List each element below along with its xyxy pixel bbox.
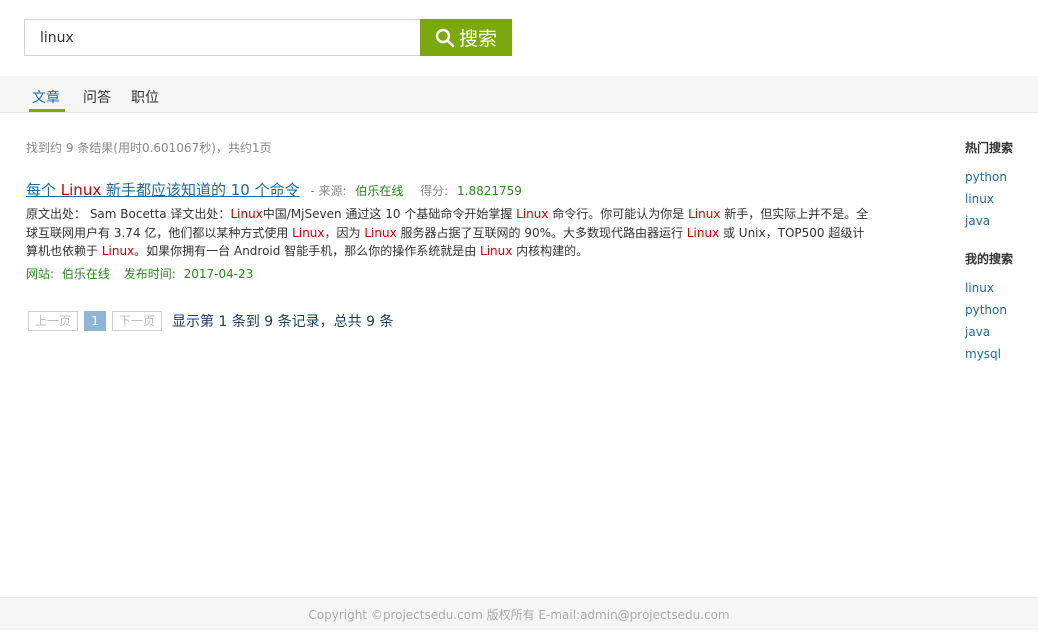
result-title-link[interactable]: 每个 Linux 新手都应该知道的 10 个命令 [26, 181, 300, 199]
score-value: 1.8821759 [457, 184, 522, 198]
hot-search-item[interactable]: python [965, 170, 1035, 184]
search-bar: 搜索 [24, 19, 512, 56]
date-value: 2017-04-23 [183, 267, 254, 281]
result-site-line: 网站: 伯乐在线 发布时间: 2017-04-23 [26, 265, 253, 282]
tab-jobs[interactable]: 职位 [131, 87, 159, 107]
site-label: 网站: [26, 267, 55, 281]
my-search-item[interactable]: java [965, 325, 1035, 339]
my-search-item[interactable]: python [965, 303, 1035, 317]
date-label: 发布时间: [123, 267, 176, 281]
score-label: 得分: [420, 184, 449, 198]
search-button-label: 搜索 [458, 28, 497, 50]
next-page-button[interactable]: 下一页 [112, 311, 163, 331]
pagination: 上一页 1 下一页 显示第 1 条到 9 条记录，总共 9 条 [28, 311, 393, 331]
pagination-info: 显示第 1 条到 9 条记录，总共 9 条 [172, 314, 394, 330]
prev-page-button[interactable]: 上一页 [28, 311, 79, 331]
hot-search-title: 热门搜索 [965, 141, 1014, 155]
active-tab-indicator [29, 109, 65, 112]
search-icon [435, 28, 455, 47]
current-page[interactable]: 1 [84, 311, 107, 331]
result-snippet: 原文出处： Sam Bocetta 译文出处：Linux中国/MjSeven 通… [26, 207, 869, 258]
site-value: 伯乐在线 [61, 267, 110, 281]
search-input[interactable] [24, 19, 420, 56]
my-search-item[interactable]: linux [965, 281, 1035, 295]
result-title-row: 每个 Linux 新手都应该知道的 10 个命令 - 来源: 伯乐在线 得分: … [26, 179, 522, 200]
source-value: 伯乐在线 [355, 184, 404, 198]
tab-articles[interactable]: 文章 [32, 87, 60, 107]
result-stats: 找到约 9 条结果(用时0.601067秒)，共约1页 [26, 141, 272, 155]
hot-search-item[interactable]: java [965, 214, 1035, 228]
tab-bar: 文章 问答 职位 [0, 76, 1038, 113]
footer: Copyright ©projectsedu.com 版权所有 E-mail:a… [0, 597, 1038, 630]
search-button[interactable]: 搜索 [420, 19, 512, 56]
hot-search-item[interactable]: linux [965, 192, 1035, 206]
sidebar: 热门搜索 python linux java 我的搜索 linux python… [965, 139, 1035, 361]
my-search-item[interactable]: mysql [965, 347, 1035, 361]
tab-qa[interactable]: 问答 [83, 87, 111, 107]
my-search-title: 我的搜索 [965, 252, 1014, 266]
source-label: - 来源: [310, 184, 347, 198]
